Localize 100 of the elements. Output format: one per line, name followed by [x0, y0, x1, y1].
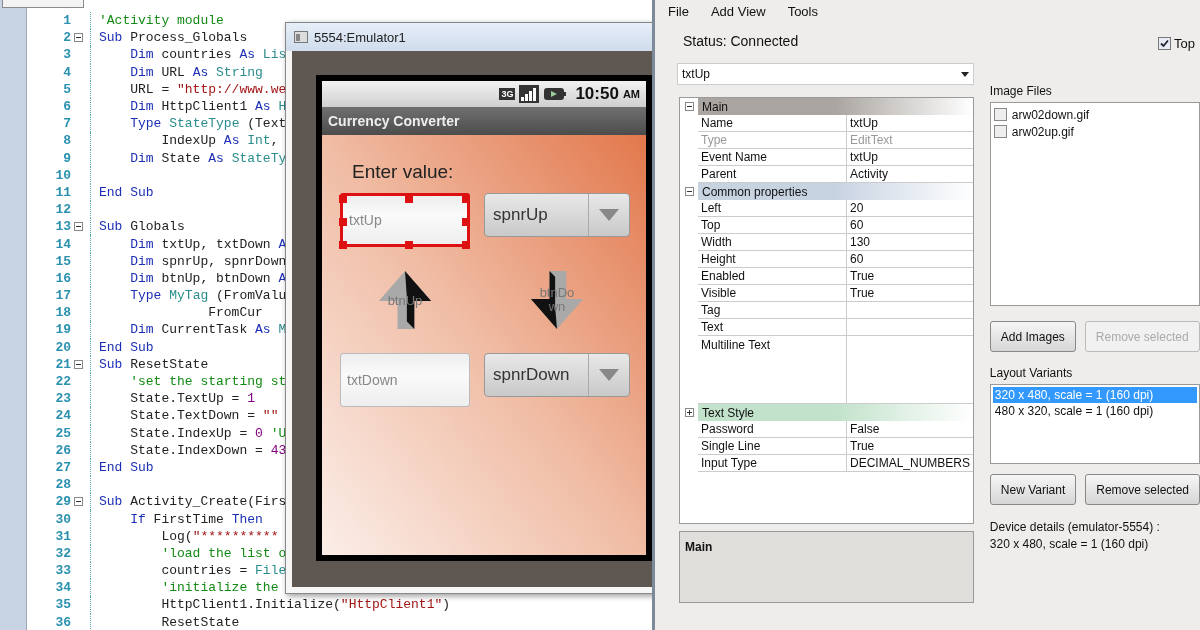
action-button[interactable]: Add Images — [989, 321, 1076, 352]
line-number: 22 — [54, 374, 71, 390]
battery-icon — [543, 85, 568, 103]
property-value[interactable]: txtUp — [847, 149, 973, 166]
field-label: Enter value: — [352, 161, 455, 183]
checkbox[interactable] — [993, 108, 1007, 121]
property-value[interactable]: 20 — [847, 200, 973, 217]
collapse-icon[interactable] — [74, 497, 83, 507]
code-line: If FirstTime Then — [129, 511, 263, 527]
property-name: Height — [698, 251, 847, 268]
code-line: Type MyTag (FromValu — [129, 288, 287, 304]
dropdown-arrow-icon — [599, 369, 619, 381]
action-button[interactable]: New Variant — [989, 474, 1077, 505]
property-value[interactable]: 60 — [847, 217, 973, 234]
dropdown[interactable]: spnrDown — [484, 353, 630, 397]
section-label: Layout Variants — [989, 366, 1074, 380]
property-value[interactable]: True — [847, 285, 973, 302]
code-line: Sub Globals — [98, 219, 185, 235]
collapse-icon[interactable] — [74, 359, 83, 369]
line-number: 5 — [62, 81, 71, 97]
line-number: 28 — [54, 477, 71, 493]
line-number: 17 — [54, 288, 71, 304]
file-name[interactable]: arw02up.gif — [1011, 124, 1074, 139]
property-name: Input Type — [698, 455, 847, 472]
code-line: State.TextUp = 1 — [129, 391, 256, 407]
checkbox[interactable] — [1158, 37, 1171, 50]
line-number: 31 — [54, 528, 71, 544]
property-name: Name — [698, 115, 847, 132]
line-number: 13 — [54, 219, 71, 235]
line-number: 8 — [62, 133, 71, 149]
line-number: 27 — [54, 459, 71, 475]
line-number: 15 — [54, 253, 71, 269]
section-label: Image Files — [989, 84, 1053, 98]
code-line: State.TextDown = "" — [129, 408, 279, 424]
view-dropdown[interactable]: txtUp — [677, 63, 974, 85]
code-line: Dim State As StateTy — [129, 150, 287, 166]
code-line: Dim spnrUp, spnrDown — [129, 253, 287, 269]
property-value[interactable]: txtUp — [847, 115, 973, 132]
code-line: Sub Activity_Create(Firs — [98, 494, 287, 510]
line-number: 4 — [62, 64, 71, 80]
connection-status: Status: Connected — [683, 33, 799, 49]
menu-item[interactable]: Add View — [710, 4, 766, 19]
clock: 10:50 — [575, 84, 619, 104]
expand-icon[interactable] — [684, 408, 694, 417]
line-number: 1 — [62, 13, 71, 29]
dropdown-arrow-icon — [960, 71, 969, 77]
window-title: 5554:Emulator1 — [314, 29, 406, 45]
property-name: Tag — [698, 302, 847, 319]
property-value[interactable]: False — [847, 421, 973, 438]
action-button[interactable]: Remove selected — [1085, 474, 1200, 505]
code-line: Log("********** — [160, 528, 279, 544]
variant-item[interactable]: 480 x 320, scale = 1 (160 dpi) — [992, 403, 1197, 419]
line-number: 25 — [54, 425, 71, 441]
menu-item[interactable]: Tools — [787, 4, 818, 19]
line-number: 6 — [62, 99, 71, 115]
collapse-icon[interactable] — [74, 33, 83, 43]
file-name[interactable]: arw02down.gif — [1011, 107, 1090, 122]
dropdown[interactable]: spnrUp — [484, 193, 630, 237]
property-name: Width — [698, 234, 847, 251]
property-name: Top — [698, 217, 847, 234]
line-number: 7 — [62, 116, 71, 132]
line-number: 12 — [54, 202, 71, 218]
dropdown-arrow-icon — [599, 209, 619, 221]
line-number: 21 — [54, 356, 71, 372]
line-number: 36 — [54, 614, 71, 630]
code-line: Dim CurrentTask As M — [129, 322, 287, 338]
checkbox-label[interactable]: Top — [1174, 36, 1195, 51]
line-number: 18 — [54, 305, 71, 321]
line-number: 30 — [54, 511, 71, 527]
code-line: Type StateType (Text — [129, 116, 287, 132]
line-number: 32 — [54, 545, 71, 561]
line-number: 20 — [54, 339, 71, 355]
property-name: Single Line — [698, 438, 847, 455]
menu-item[interactable]: File — [668, 4, 689, 19]
collapse-icon[interactable] — [74, 222, 83, 232]
line-number: 16 — [54, 270, 71, 286]
description-title: Main — [685, 540, 713, 554]
property-name: Text — [698, 319, 847, 336]
code-line: 'set the starting st — [129, 374, 287, 390]
device-details: Device details (emulator-5554) : — [989, 519, 1161, 536]
code-line: Dim countries As Lis — [129, 47, 287, 63]
property-name: Type — [698, 132, 847, 149]
collapse-icon[interactable] — [684, 187, 694, 196]
property-value[interactable]: 130 — [847, 234, 973, 251]
checkbox[interactable] — [993, 125, 1007, 138]
app-title-bar: Currency Converter — [322, 107, 646, 135]
property-value[interactable]: 60 — [847, 251, 973, 268]
clock-period: AM — [622, 88, 640, 100]
code-line: 'load the list o — [160, 545, 287, 561]
code-line: 'initialize the — [160, 580, 279, 596]
property-value[interactable]: True — [847, 438, 973, 455]
collapse-icon[interactable] — [684, 102, 694, 111]
line-number: 19 — [54, 322, 71, 338]
property-name: Password — [698, 421, 847, 438]
property-value[interactable]: DECIMAL_NUMBERS — [847, 455, 973, 472]
property-value[interactable]: True — [847, 268, 973, 285]
code-line: Sub Process_Globals — [98, 30, 248, 46]
code-line: 'Activity module — [98, 13, 224, 29]
line-number: 29 — [54, 494, 71, 510]
line-number: 10 — [54, 167, 71, 183]
